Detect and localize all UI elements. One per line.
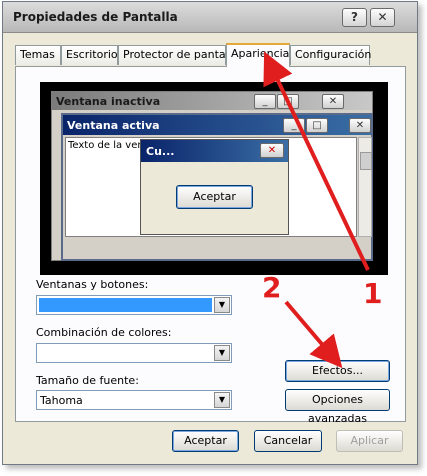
maximize-icon: □	[277, 94, 299, 109]
preview-scrollbar	[358, 137, 372, 237]
tab-apariencia[interactable]: Apariencia	[226, 43, 290, 67]
minimize-icon: _	[283, 118, 305, 133]
minimize-icon: _	[254, 94, 276, 109]
close-button[interactable]: ✕	[370, 8, 395, 27]
window-title: Propiedades de Pantalla	[13, 10, 178, 24]
apply-button[interactable]: Aplicar	[336, 430, 403, 452]
display-properties-dialog: Propiedades de Pantalla ? ✕ Ventana inac…	[2, 1, 418, 465]
message-box-preview: Cu... ✕ Aceptar	[140, 139, 289, 235]
title-bar[interactable]: Propiedades de Pantalla ? ✕	[3, 2, 417, 33]
effects-button[interactable]: Efectos...	[285, 360, 390, 382]
windows-buttons-select[interactable]: ▼	[36, 295, 232, 315]
tab-escritorio[interactable]: Escritorio	[61, 45, 118, 65]
windows-buttons-label: Ventanas y botones:	[36, 278, 149, 291]
tab-protector-de-pantalla[interactable]: Protector de pantalla	[118, 45, 239, 65]
close-icon: ✕	[349, 118, 371, 133]
annotation-number-one: 1	[363, 277, 383, 310]
help-button[interactable]: ?	[342, 8, 367, 27]
cancel-button[interactable]: Cancelar	[254, 430, 322, 452]
font-size-label: Tamaño de fuente:	[36, 374, 139, 387]
appearance-preview: Ventana inactiva _ □ ✕ Ventana activa _ …	[40, 82, 388, 275]
tab-temas[interactable]: Temas	[15, 45, 61, 65]
active-window-title: Ventana activa	[67, 119, 160, 132]
message-box-ok-button: Aceptar	[176, 185, 253, 209]
close-icon: ✕	[322, 94, 344, 109]
window-text: Texto de la vent	[68, 140, 148, 151]
selected-item-highlight	[39, 298, 212, 312]
inactive-window-title: Ventana inactiva	[56, 95, 161, 108]
appearance-panel: Ventana inactiva _ □ ✕ Ventana activa _ …	[15, 66, 406, 425]
maximize-icon: □	[306, 118, 328, 133]
message-box-title: Cu...	[146, 145, 175, 158]
ok-button[interactable]: Aceptar	[172, 430, 239, 452]
tab-strip: Temas Escritorio Protector de pantalla A…	[15, 43, 405, 67]
chevron-down-icon[interactable]: ▼	[214, 297, 230, 313]
advanced-options-button[interactable]: Opciones avanzadas	[285, 389, 390, 425]
color-scheme-select[interactable]: ▼	[36, 343, 232, 363]
annotation-number-two: 2	[262, 271, 282, 304]
font-size-value: Tahoma	[40, 394, 83, 407]
chevron-down-icon[interactable]: ▼	[214, 392, 230, 408]
tab-configuracion[interactable]: Configuración	[290, 45, 371, 65]
font-size-select[interactable]: Tahoma ▼	[36, 390, 232, 410]
color-scheme-label: Combinación de colores:	[36, 326, 172, 339]
chevron-down-icon[interactable]: ▼	[214, 345, 230, 361]
close-icon: ✕	[260, 143, 284, 158]
